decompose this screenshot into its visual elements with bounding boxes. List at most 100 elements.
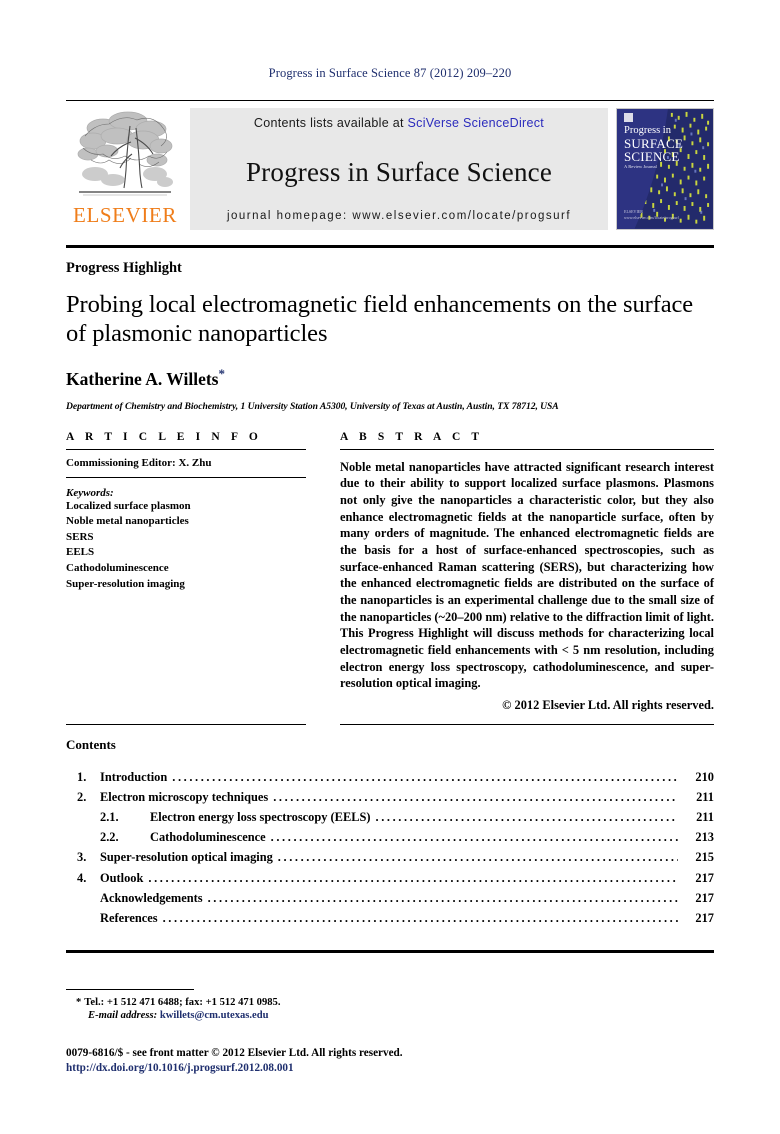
article-info-mid-rule bbox=[66, 476, 306, 478]
toc-page-number: 217 bbox=[695, 910, 714, 925]
footnote-separator-rule bbox=[66, 988, 194, 990]
toc-leader-dots: ........................................… bbox=[207, 890, 678, 905]
table-of-contents: 1. Introduction ........................… bbox=[66, 767, 714, 928]
contents-rule-right bbox=[340, 724, 714, 726]
contents-heading: Contents bbox=[66, 737, 116, 753]
abstract-column: A B S T R A C T Noble metal nanoparticle… bbox=[332, 431, 714, 713]
elsevier-logo: ELSEVIER bbox=[66, 108, 184, 228]
author-affiliation: Department of Chemistry and Biochemistry… bbox=[66, 400, 559, 412]
toc-label[interactable]: Introduction bbox=[100, 767, 170, 787]
journal-banner: Contents lists available at SciVerse Sci… bbox=[190, 108, 608, 230]
masthead-bottom-rule bbox=[66, 245, 714, 248]
toc-number: 2. bbox=[77, 790, 87, 805]
cover-footer-block: ELSEVIER www.elsevier.com/locate/progsur… bbox=[624, 209, 679, 221]
toc-number: 3. bbox=[77, 850, 87, 865]
toc-leader-dots: ........................................… bbox=[375, 810, 679, 825]
abstract-heading: A B S T R A C T bbox=[340, 430, 484, 443]
toc-leader-dots: ........................................… bbox=[172, 770, 678, 785]
corresponding-contact-line: * Tel.: +1 512 471 6488; fax: +1 512 471 … bbox=[66, 995, 714, 1011]
email-link[interactable]: kwillets@cm.utexas.edu bbox=[160, 1010, 269, 1021]
contents-top-rules bbox=[66, 724, 714, 726]
author-name: Katherine A. Willets bbox=[66, 368, 219, 389]
toc-row[interactable]: 1. Introduction ........................… bbox=[66, 767, 714, 787]
commissioning-editor: Commissioning Editor: X. Zhu bbox=[66, 456, 212, 469]
keyword-item: SERS bbox=[66, 530, 94, 543]
toc-page-number: 211 bbox=[696, 790, 714, 805]
toc-number: 4. bbox=[77, 870, 87, 885]
keyword-item: Localized surface plasmon bbox=[66, 499, 191, 512]
tel-fax-text: Tel.: +1 512 471 6488; fax: +1 512 471 0… bbox=[84, 996, 281, 1008]
contents-rule-gap bbox=[306, 724, 340, 725]
cover-title-block: Progress in SURFACE SCIENCE A Review Jou… bbox=[624, 125, 683, 170]
journal-masthead: ELSEVIER Contents lists available at Sci… bbox=[66, 100, 714, 236]
toc-row[interactable]: 2. Electron microscopy techniques ......… bbox=[66, 787, 714, 807]
doi-link[interactable]: http://dx.doi.org/10.1016/j.progsurf.201… bbox=[66, 1062, 714, 1074]
author-line: Katherine A. Willets* bbox=[66, 366, 714, 390]
email-label: E-mail address: bbox=[88, 1010, 158, 1022]
toc-label[interactable]: Electron microscopy techniques bbox=[100, 787, 271, 807]
toc-leader-dots: ........................................… bbox=[162, 910, 678, 925]
journal-cover-thumbnail[interactable]: Progress in SURFACE SCIENCE A Review Jou… bbox=[616, 108, 714, 230]
toc-leader-dots: ........................................… bbox=[148, 870, 678, 885]
toc-leader-dots: ........................................… bbox=[273, 790, 678, 805]
toc-page-number: 213 bbox=[695, 830, 714, 845]
corresponding-author-marker: * bbox=[218, 365, 225, 381]
toc-page-number: 215 bbox=[695, 850, 714, 865]
keywords-label: Keywords: bbox=[66, 486, 114, 499]
toc-number: 1. bbox=[77, 770, 87, 785]
toc-row[interactable]: 4. Outlook .............................… bbox=[66, 868, 714, 888]
toc-leader-dots: ........................................… bbox=[270, 830, 678, 845]
running-head: Progress in Surface Science 87 (2012) 20… bbox=[268, 66, 512, 80]
toc-row[interactable]: 2.1. Electron energy loss spectroscopy (… bbox=[66, 807, 714, 827]
issn-copyright-block: 0079-6816/$ - see front matter © 2012 El… bbox=[66, 1045, 714, 1074]
toc-label[interactable]: Acknowledgements bbox=[100, 888, 206, 908]
abstract-copyright: © 2012 Elsevier Ltd. All rights reserved… bbox=[502, 698, 714, 713]
cover-title-line3: SCIENCE bbox=[624, 148, 680, 164]
elsevier-tree-icon bbox=[77, 111, 173, 196]
cover-title-line2: SURFACE bbox=[624, 135, 683, 151]
keyword-item: EELS bbox=[66, 546, 95, 559]
cover-publisher-mark bbox=[624, 113, 633, 122]
cover-title-subtitle: A Review Journal bbox=[624, 164, 657, 170]
toc-page-number: 211 bbox=[696, 810, 714, 825]
article-first-page: Progress in Surface Science 87 (2012) 20… bbox=[0, 0, 780, 1134]
toc-page-number: 210 bbox=[695, 770, 714, 785]
toc-row[interactable]: 2.2. Cathodoluminescence ...............… bbox=[66, 827, 714, 847]
contents-prefix-text: Contents lists available at bbox=[253, 116, 408, 130]
article-info-heading: A R T I C L E I N F O bbox=[66, 430, 262, 443]
contents-available-line: Contents lists available at SciVerse Sci… bbox=[254, 116, 544, 130]
toc-leader-dots: ........................................… bbox=[277, 850, 678, 865]
elsevier-wordmark: ELSEVIER bbox=[73, 203, 177, 227]
journal-title: Progress in Surface Science bbox=[245, 156, 553, 187]
journal-homepage-link[interactable]: journal homepage: www.elsevier.com/locat… bbox=[227, 210, 571, 222]
toc-subsection-number: 2.2. bbox=[100, 830, 119, 845]
info-abstract-columns: A R T I C L E I N F O Commissioning Edit… bbox=[66, 431, 714, 713]
toc-subsection-number: 2.1. bbox=[100, 810, 119, 825]
toc-row[interactable]: 3. Super-resolution optical imaging ....… bbox=[66, 847, 714, 867]
footnote-area: * Tel.: +1 512 471 6488; fax: +1 512 471 … bbox=[66, 988, 714, 1074]
page-title: Probing local electromagnetic field enha… bbox=[66, 291, 694, 347]
keywords-list: Localized surface plasmon Noble metal na… bbox=[66, 499, 306, 593]
toc-label[interactable]: Outlook bbox=[100, 868, 146, 888]
keyword-item: Cathodoluminescence bbox=[66, 562, 169, 575]
sciencedirect-link[interactable]: SciVerse ScienceDirect bbox=[408, 116, 545, 130]
toc-label[interactable]: Cathodoluminescence bbox=[150, 827, 269, 847]
toc-row[interactable]: Acknowledgements .......................… bbox=[66, 888, 714, 908]
article-type-kicker: Progress Highlight bbox=[66, 260, 182, 276]
toc-label[interactable]: Super-resolution optical imaging bbox=[100, 847, 276, 867]
contents-bottom-rule bbox=[66, 949, 714, 953]
toc-page-number: 217 bbox=[695, 870, 714, 885]
toc-label[interactable]: Electron energy loss spectroscopy (EELS) bbox=[150, 807, 374, 827]
toc-label[interactable]: References bbox=[100, 908, 161, 928]
issn-line: 0079-6816/$ - see front matter © 2012 El… bbox=[66, 1047, 403, 1060]
footnote-marker: * bbox=[76, 996, 82, 1008]
article-info-column: A R T I C L E I N F O Commissioning Edit… bbox=[66, 431, 332, 713]
keyword-item: Super-resolution imaging bbox=[66, 577, 185, 590]
email-line: E-mail address: kwillets@cm.utexas.edu bbox=[66, 1010, 714, 1021]
toc-row[interactable]: References .............................… bbox=[66, 908, 714, 928]
abstract-text: Noble metal nanoparticles have attracted… bbox=[340, 459, 714, 691]
contents-rule-left bbox=[66, 724, 306, 726]
cover-footer-line2: www.elsevier.com/locate/progsurf bbox=[624, 215, 679, 220]
keyword-item: Noble metal nanoparticles bbox=[66, 515, 189, 528]
toc-page-number: 217 bbox=[695, 890, 714, 905]
